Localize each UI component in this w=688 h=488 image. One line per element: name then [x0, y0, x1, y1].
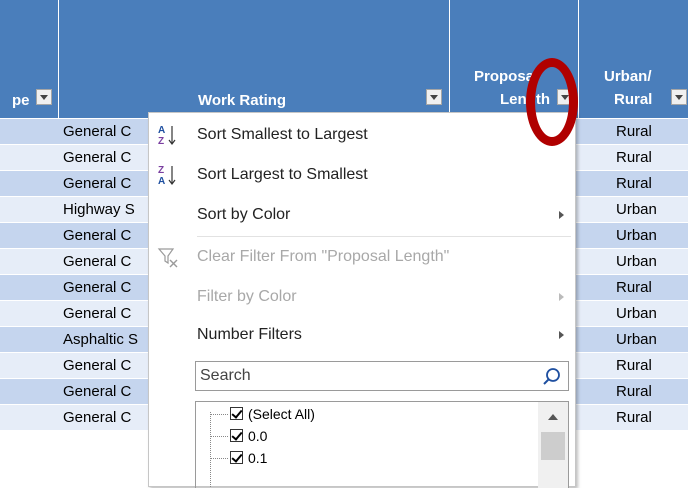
svg-text:Z: Z: [158, 136, 164, 147]
list-scrollbar[interactable]: [538, 402, 568, 488]
filter-value-list: (Select All) 0.0 0.1: [195, 401, 569, 488]
sort-za-icon: Z A: [158, 165, 176, 187]
cell-work-rating[interactable]: General C: [63, 249, 147, 275]
tree-line: [210, 414, 228, 415]
svg-text:Z: Z: [158, 165, 164, 176]
cell-urban-rural[interactable]: Urban: [616, 197, 657, 223]
scroll-up-arrow-icon[interactable]: [548, 414, 558, 420]
column-header-urban-rural-line2: Rural: [614, 91, 653, 108]
filter-dropdown-button-work-rating[interactable]: [426, 89, 442, 105]
menu-item-label: Filter by Color: [197, 288, 297, 305]
menu-item-label: Sort Smallest to Largest: [197, 126, 368, 143]
sort-az-icon: A Z: [158, 125, 176, 147]
submenu-arrow-icon: [559, 293, 564, 301]
filter-list-item-label: 0.1: [248, 450, 268, 466]
menu-item-label: Sort Largest to Smallest: [197, 166, 368, 183]
highlight-circle-annotation: [526, 58, 578, 146]
dropdown-arrow-icon: [675, 94, 683, 100]
cell-urban-rural[interactable]: Rural: [616, 353, 652, 379]
scrollbar-thumb[interactable]: [541, 432, 565, 460]
cell-work-rating[interactable]: General C: [63, 223, 147, 249]
filter-dropdown-button-type[interactable]: [36, 89, 52, 105]
svg-text:A: A: [158, 176, 165, 187]
cell-urban-rural[interactable]: Urban: [616, 223, 657, 249]
column-header-work-rating: Work Rating: [198, 92, 287, 109]
cell-urban-rural[interactable]: Rural: [616, 379, 652, 405]
cell-urban-rural[interactable]: Rural: [616, 275, 652, 301]
cell-work-rating[interactable]: General C: [63, 119, 147, 145]
menu-item-sort-ascending[interactable]: A Z Sort Smallest to Largest: [149, 115, 575, 155]
checkbox-checked[interactable]: [230, 451, 243, 464]
checkbox-checked[interactable]: [230, 429, 243, 442]
cell-urban-rural[interactable]: Urban: [616, 327, 657, 353]
checkbox-checked[interactable]: [230, 407, 243, 420]
tree-line: [210, 412, 211, 488]
search-icon[interactable]: [542, 367, 562, 387]
clear-filter-icon: [157, 248, 178, 268]
svg-text:A: A: [158, 125, 165, 136]
column-header-type: pe: [12, 92, 30, 109]
filter-list-item-label: (Select All): [248, 406, 315, 422]
menu-item-label: Sort by Color: [197, 206, 291, 223]
submenu-arrow-icon: [559, 211, 564, 219]
cell-work-rating[interactable]: General C: [63, 145, 147, 171]
cell-work-rating[interactable]: Highway S: [63, 197, 147, 223]
filter-list-item-label: 0.0: [248, 428, 268, 444]
menu-item-clear-filter[interactable]: Clear Filter From "Proposal Length": [149, 237, 575, 277]
cell-urban-rural[interactable]: Urban: [616, 249, 657, 275]
cell-urban-rural[interactable]: Rural: [616, 119, 652, 145]
menu-item-number-filters[interactable]: Number Filters: [149, 315, 575, 355]
cell-urban-rural[interactable]: Rural: [616, 145, 652, 171]
column-header-urban-rural-line1: Urban/: [604, 68, 652, 85]
cell-work-rating[interactable]: General C: [63, 275, 147, 301]
cell-urban-rural[interactable]: Rural: [616, 405, 652, 431]
cell-work-rating[interactable]: General C: [63, 301, 147, 327]
header-row: [0, 0, 688, 118]
cell-urban-rural[interactable]: Rural: [616, 171, 652, 197]
menu-item-sort-by-color[interactable]: Sort by Color: [149, 195, 575, 235]
tree-line: [210, 458, 228, 459]
cell-work-rating[interactable]: General C: [63, 379, 147, 405]
filter-menu: A Z Sort Smallest to Largest Z A Sort La…: [148, 112, 576, 488]
dropdown-arrow-icon: [430, 94, 438, 100]
menu-item-filter-by-color[interactable]: Filter by Color: [149, 277, 575, 317]
tree-line: [210, 436, 228, 437]
menu-item-label: Clear Filter From "Proposal Length": [197, 248, 450, 265]
search-input[interactable]: [200, 364, 530, 388]
cell-work-rating[interactable]: General C: [63, 353, 147, 379]
menu-item-sort-descending[interactable]: Z A Sort Largest to Smallest: [149, 155, 575, 195]
cell-work-rating[interactable]: Asphaltic S: [63, 327, 147, 353]
dropdown-arrow-icon: [40, 94, 48, 100]
cell-urban-rural[interactable]: Urban: [616, 301, 657, 327]
menu-item-label: Number Filters: [197, 326, 302, 343]
search-box: [195, 361, 569, 391]
cell-work-rating[interactable]: General C: [63, 405, 147, 431]
submenu-arrow-icon: [559, 331, 564, 339]
cell-work-rating[interactable]: General C: [63, 171, 147, 197]
filter-dropdown-button-urban-rural[interactable]: [671, 89, 687, 105]
